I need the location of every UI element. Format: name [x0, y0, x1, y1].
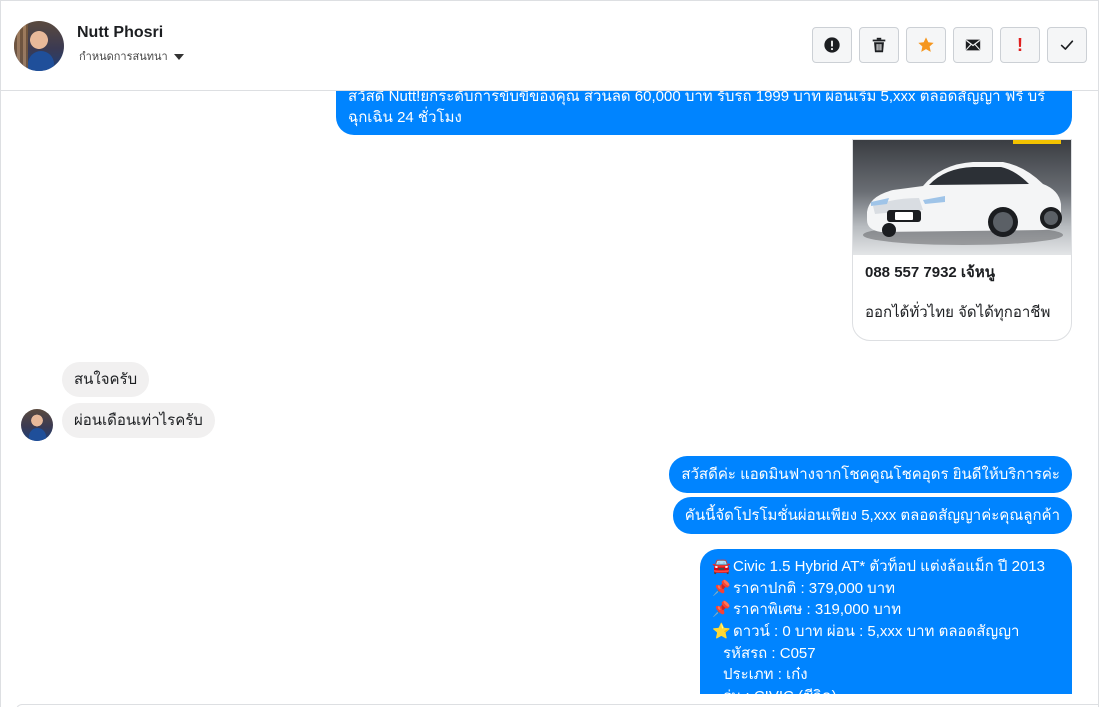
checkmark-icon [1060, 40, 1074, 50]
assign-conversation-dropdown[interactable]: กำหนดการสนทนา [79, 47, 184, 65]
mark-unread-button[interactable] [953, 27, 993, 63]
car-illustration [853, 140, 1071, 255]
incoming-message: สนใจครับ [62, 362, 150, 397]
card-title: 088 557 7932 เจ้หนู [865, 264, 995, 281]
sender-avatar[interactable] [21, 409, 53, 441]
pin-emoji-icon: 📌 [712, 601, 731, 619]
car-photo[interactable] [853, 140, 1071, 255]
message-line: 🚘 Civic 1.5 Hybrid AT* ตัวท็อป แต่งล้อแม… [712, 558, 1045, 576]
message-composer[interactable] [16, 704, 1098, 707]
inbox-conversation: Nutt Phosri กำหนดการสนทนา ! สวัสดี Nutt!… [0, 0, 1099, 707]
report-spam-button[interactable] [812, 27, 852, 63]
mark-done-button[interactable] [1047, 27, 1087, 63]
message-line: ประเภท : เก๋ง [723, 666, 808, 684]
caret-down-icon [173, 53, 184, 60]
contact-name[interactable]: Nutt Phosri [77, 24, 163, 42]
message-line: รหัสรถ : C057 [723, 644, 816, 662]
message-thread[interactable]: สวัสดี Nutt!ยกระดับการขับขี่ของคุณ ส่วนล… [1, 91, 1098, 694]
conversation-header: Nutt Phosri กำหนดการสนทนา ! [1, 1, 1098, 91]
contact-avatar[interactable] [14, 21, 64, 71]
ad-attachment-card[interactable]: 088 557 7932 เจ้หนู ออกได้ทั่วไทย จัดได้… [852, 139, 1072, 341]
message-line: รุ่น : CIVIC (ซีวิค) [712, 686, 1060, 694]
message-line: 📌 ราคาพิเศษ : 319,000 บาท [712, 601, 902, 619]
envelope-icon [965, 39, 981, 51]
follow-up-button[interactable]: ! [1000, 27, 1040, 63]
message-line: 📌 ราคาปกติ : 379,000 บาท [712, 579, 896, 597]
trash-icon [872, 37, 886, 53]
star-emoji-icon: ⭐ [712, 623, 731, 641]
card-description: ออกได้ทั่วไทย จัดได้ทุกอาชีพ [865, 304, 1051, 321]
assign-label: กำหนดการสนทนา [79, 51, 168, 63]
alert-circle-icon [824, 37, 840, 53]
pin-emoji-icon: 📌 [712, 579, 731, 597]
outgoing-message: 🚘 Civic 1.5 Hybrid AT* ตัวท็อป แต่งล้อแม… [700, 549, 1072, 694]
exclamation-icon: ! [1017, 35, 1023, 55]
outgoing-message: สวัสดี Nutt!ยกระดับการขับขี่ของคุณ ส่วนล… [336, 91, 1072, 135]
star-icon [918, 37, 934, 52]
incoming-message: ผ่อนเดือนเท่าไรครับ [62, 403, 215, 438]
car-emoji-icon: 🚘 [712, 558, 731, 576]
delete-button[interactable] [859, 27, 899, 63]
outgoing-message: คันนี้จัดโปรโมชั่นผ่อนเพียง 5,xxx ตลอดสั… [672, 497, 1072, 534]
outgoing-message: สวัสดีค่ะ แอดมินฟางจากโชคคูณโชคอุดร ยินด… [669, 456, 1072, 493]
header-actions: ! [812, 27, 1087, 63]
star-button[interactable] [906, 27, 946, 63]
message-line: ⭐ ดาวน์ : 0 บาท ผ่อน : 5,xxx บาท ตลอดสัญ… [712, 623, 1020, 641]
